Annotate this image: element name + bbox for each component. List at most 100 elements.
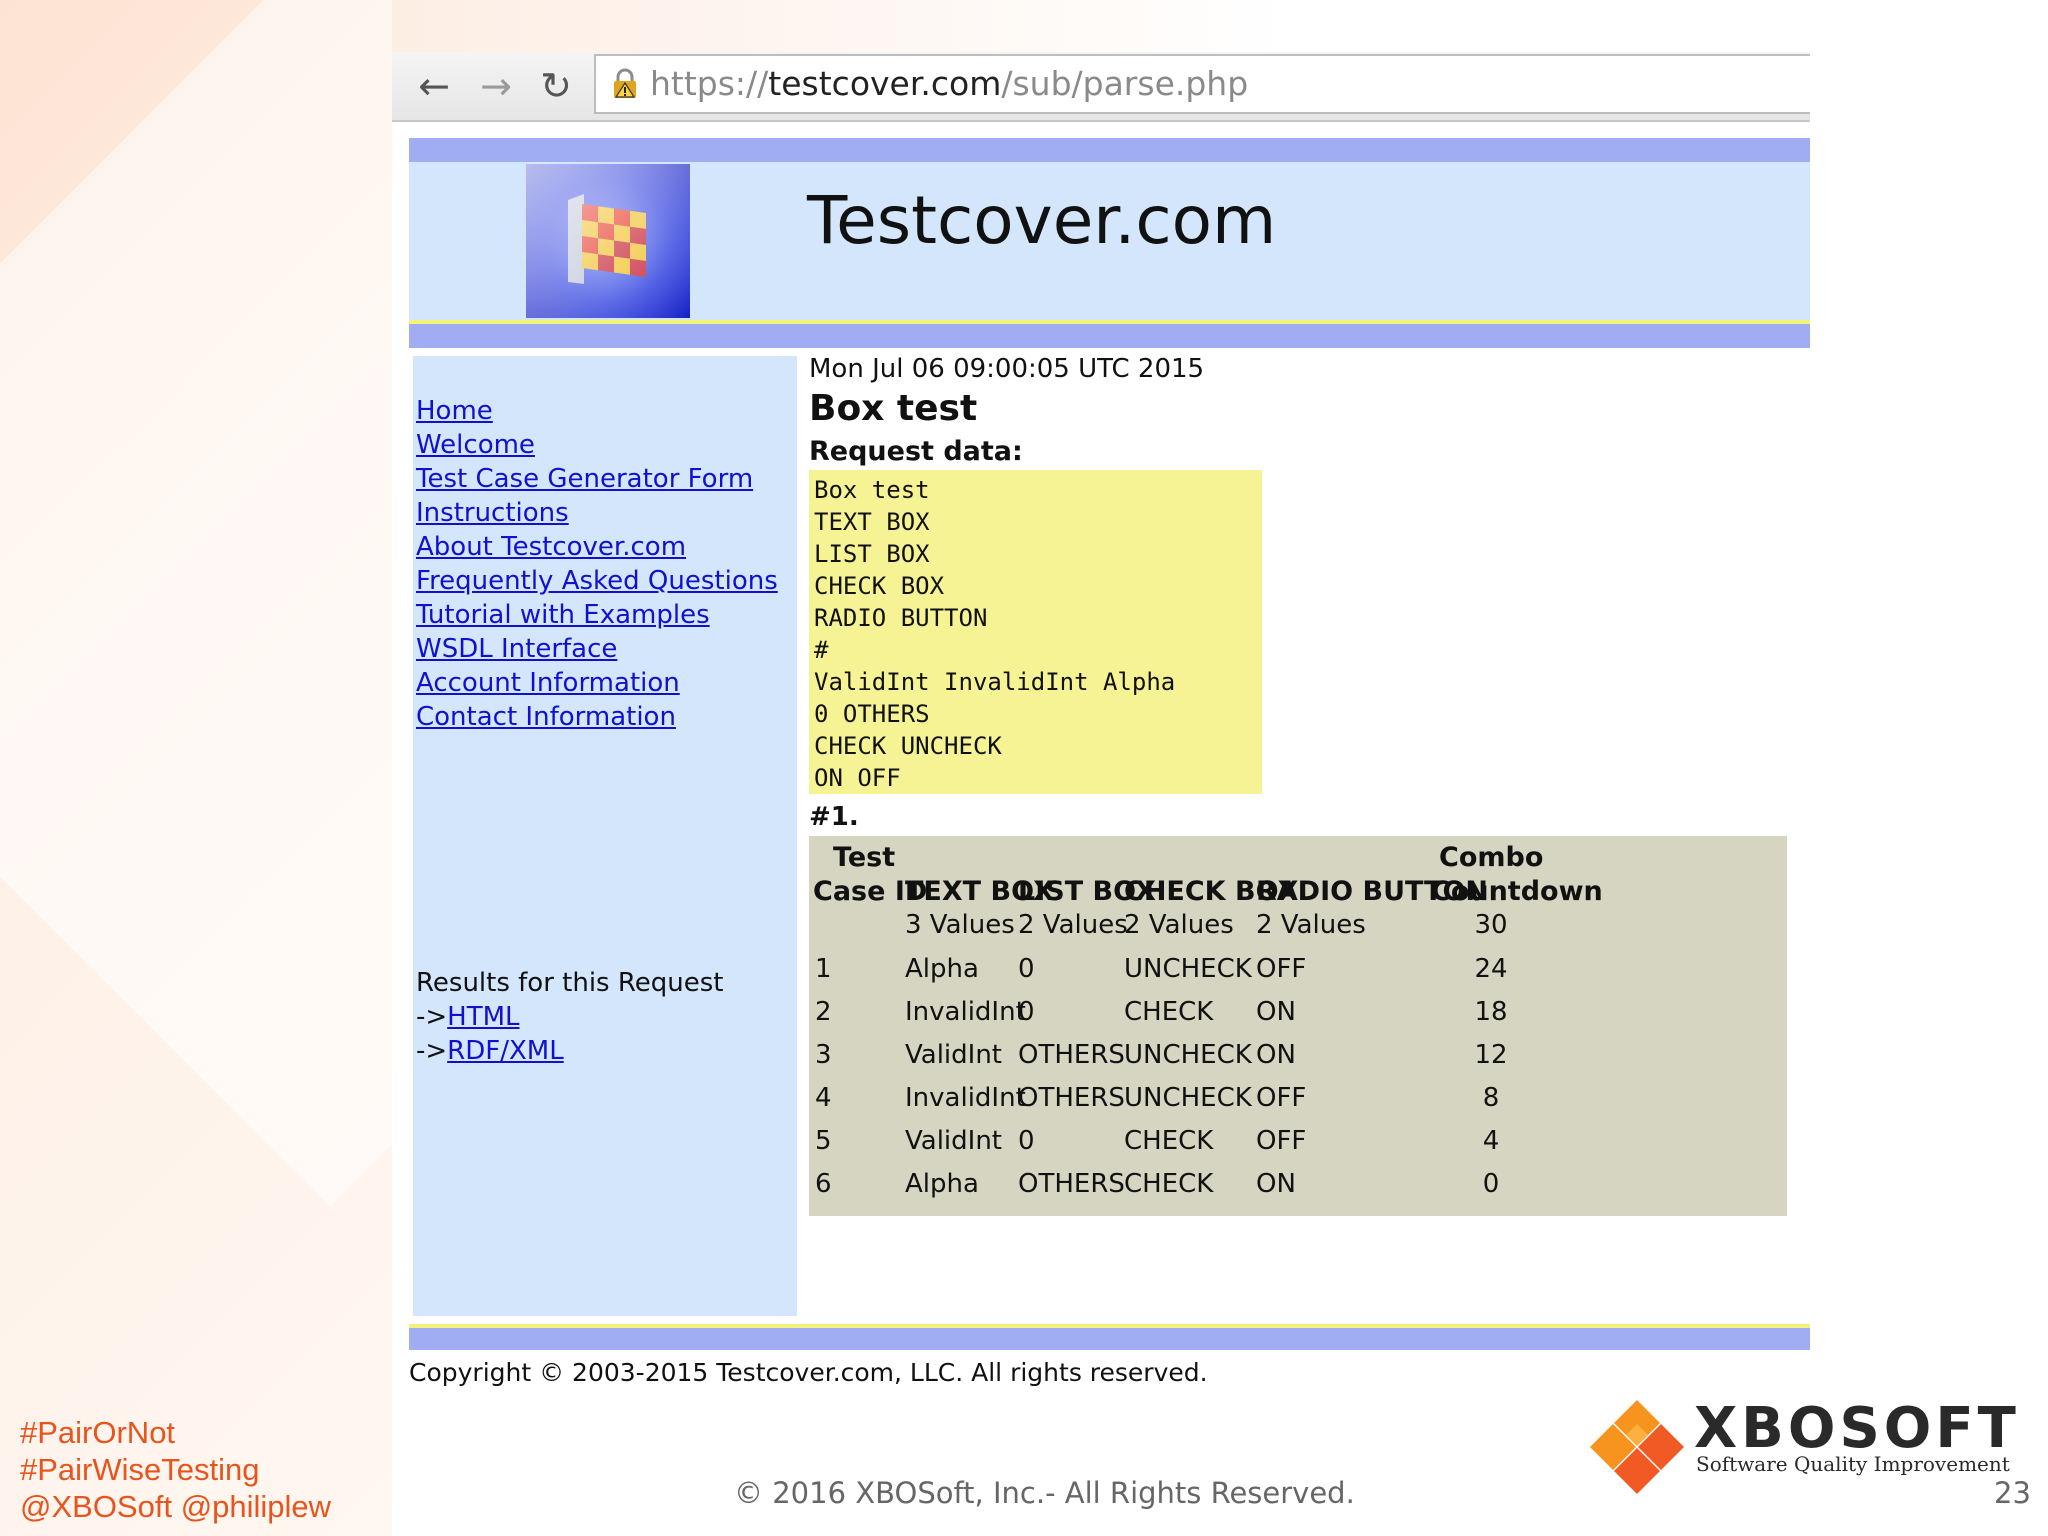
request-line: TEXT BOX <box>814 508 930 536</box>
xbosoft-diamond-logo-icon <box>1590 1400 1684 1494</box>
site-title: Testcover.com <box>807 182 1277 259</box>
nav-link-home[interactable]: Home <box>416 394 778 428</box>
table-cell-check-box: CHECK <box>1124 1169 1214 1199</box>
request-line: 0 OTHERS <box>814 700 930 728</box>
table-cell-combo-countdown: 0 <box>1482 1169 1500 1199</box>
table-cell-combo-countdown: 18 <box>1474 997 1508 1027</box>
slide-background-top <box>392 0 1292 52</box>
table-cell-list-box: 0 <box>1018 954 1035 984</box>
hashtag: #PairOrNot <box>20 1415 176 1450</box>
table-values-radio-button: 2 Values <box>1256 910 1366 940</box>
table-cell-text-box: InvalidInt <box>905 997 1026 1027</box>
table-cell-text-box: ValidInt <box>905 1126 1002 1156</box>
nav-link-tutorial[interactable]: Tutorial with Examples <box>416 598 778 632</box>
reload-icon[interactable]: ↻ <box>532 62 580 110</box>
url-path: /sub/parse.php <box>1001 64 1249 103</box>
header-stripe-top <box>409 138 1810 162</box>
browser-window: ← → ↻ https://testcover.com/sub/parse.ph… <box>392 52 1810 1398</box>
slide-hashtags: #PairOrNot #PairWiseTesting @XBOSoft @ph… <box>20 1414 331 1525</box>
nav-link-faq[interactable]: Frequently Asked Questions <box>416 564 778 598</box>
table-cell-check-box: UNCHECK <box>1124 1040 1252 1070</box>
request-line: CHECK BOX <box>814 572 945 600</box>
header-stripe-bottom <box>409 324 1810 348</box>
table-cell-list-box: OTHERS <box>1018 1040 1125 1070</box>
table-cell-check-box: UNCHECK <box>1124 1083 1252 1113</box>
table-cell-combo-countdown: 4 <box>1482 1126 1500 1156</box>
hashtag: @XBOSoft @philiplew <box>20 1489 332 1524</box>
table-cell-case-id: 5 <box>815 1126 832 1156</box>
table-cell-case-id: 2 <box>815 997 832 1027</box>
sidebar: Home Welcome Test Case Generator Form In… <box>413 356 797 1316</box>
table-cell-list-box: 0 <box>1018 997 1035 1027</box>
sidebar-nav: Home Welcome Test Case Generator Form In… <box>416 394 778 734</box>
address-bar[interactable]: https://testcover.com/sub/parse.php <box>594 54 1810 114</box>
request-line: # <box>814 636 829 664</box>
request-line: CHECK UNCHECK <box>814 732 1002 760</box>
web-page: Testcover.com Home Welcome Test Case Gen… <box>409 138 1810 1387</box>
table-values-text-box: 3 Values <box>905 910 1015 940</box>
table-cell-radio-button: OFF <box>1256 1126 1307 1156</box>
table-cell-radio-button: OFF <box>1256 1083 1307 1113</box>
checkered-flag-icon <box>526 164 690 318</box>
testcover-logo[interactable] <box>526 164 690 318</box>
table-cell-list-box: OTHERS <box>1018 1169 1125 1199</box>
brand-tagline: Software Quality Improvement <box>1696 1452 2010 1476</box>
table-cell-text-box: InvalidInt <box>905 1083 1026 1113</box>
table-cell-check-box: CHECK <box>1124 997 1214 1027</box>
table-cell-list-box: 0 <box>1018 1126 1035 1156</box>
table-cell-radio-button: ON <box>1256 1169 1296 1199</box>
table-cell-text-box: Alpha <box>905 1169 979 1199</box>
page-copyright: Copyright © 2003-2015 Testcover.com, LLC… <box>409 1358 1208 1387</box>
request-line: RADIO BUTTON <box>814 604 988 632</box>
nav-link-contact[interactable]: Contact Information <box>416 700 778 734</box>
browser-toolbar: ← → ↻ https://testcover.com/sub/parse.ph… <box>392 52 1810 122</box>
url-text: https://testcover.com/sub/parse.php <box>650 64 1248 103</box>
table-cell-text-box: ValidInt <box>905 1040 1002 1070</box>
nav-link-wsdl[interactable]: WSDL Interface <box>416 632 778 666</box>
request-data-box: Box test TEXT BOX LIST BOX CHECK BOX RAD… <box>809 470 1262 794</box>
table-cell-radio-button: ON <box>1256 1040 1296 1070</box>
arrow-text: -> <box>416 1002 448 1032</box>
url-scheme: https:// <box>650 64 769 103</box>
nav-link-account[interactable]: Account Information <box>416 666 778 700</box>
request-line: ValidInt InvalidInt Alpha <box>814 668 1176 696</box>
table-cell-check-box: UNCHECK <box>1124 954 1252 984</box>
lock-warning-icon <box>614 68 636 98</box>
table-cell-check-box: CHECK <box>1124 1126 1214 1156</box>
results-rdf-row: ->RDF/XML <box>416 1034 723 1068</box>
table-cell-combo-countdown: 24 <box>1474 954 1508 984</box>
hashtag: #PairWiseTesting <box>20 1452 260 1487</box>
nav-link-test-case-generator-form[interactable]: Test Case Generator Form <box>416 462 778 496</box>
nav-link-welcome[interactable]: Welcome <box>416 428 778 462</box>
table-cell-radio-button: OFF <box>1256 954 1307 984</box>
nav-link-about[interactable]: About Testcover.com <box>416 530 778 564</box>
results-section: Results for this Request ->HTML ->RDF/XM… <box>416 966 723 1068</box>
table-cell-text-box: Alpha <box>905 954 979 984</box>
table-cell-case-id: 4 <box>815 1083 832 1113</box>
table-cell-combo-countdown: 12 <box>1474 1040 1508 1070</box>
table-values-combo-countdown: 30 <box>1474 910 1508 940</box>
back-arrow-icon[interactable]: ← <box>410 62 458 110</box>
url-host: testcover.com <box>768 64 1002 103</box>
table-header-test: Test <box>833 842 896 873</box>
table-cell-radio-button: ON <box>1256 997 1296 1027</box>
nav-link-instructions[interactable]: Instructions <box>416 496 778 530</box>
table-cell-case-id: 6 <box>815 1169 832 1199</box>
results-html-link[interactable]: HTML <box>447 1002 519 1032</box>
request-line: Box test <box>814 476 930 504</box>
timestamp: Mon Jul 06 09:00:05 UTC 2015 <box>809 354 1205 384</box>
arrow-text: -> <box>416 1036 448 1066</box>
table-cell-list-box: OTHERS <box>1018 1083 1125 1113</box>
footer-stripe <box>409 1328 1810 1350</box>
results-rdf-link[interactable]: RDF/XML <box>447 1036 564 1066</box>
test-case-table: Test Combo Case ID TEXT BOX LIST BOX CHECK BO… <box>809 836 1787 1216</box>
page-title: Box test <box>809 388 978 429</box>
table-cell-case-id: 1 <box>815 954 832 984</box>
table-cell-combo-countdown: 8 <box>1482 1083 1500 1113</box>
slide-page-number: 23 <box>1994 1476 2031 1510</box>
table-header-combo: Combo <box>1439 842 1544 873</box>
forward-arrow-icon[interactable]: → <box>472 62 520 110</box>
request-data-label: Request data: <box>809 436 1023 467</box>
table-cell-case-id: 3 <box>815 1040 832 1070</box>
results-label: Results for this Request <box>416 968 724 998</box>
